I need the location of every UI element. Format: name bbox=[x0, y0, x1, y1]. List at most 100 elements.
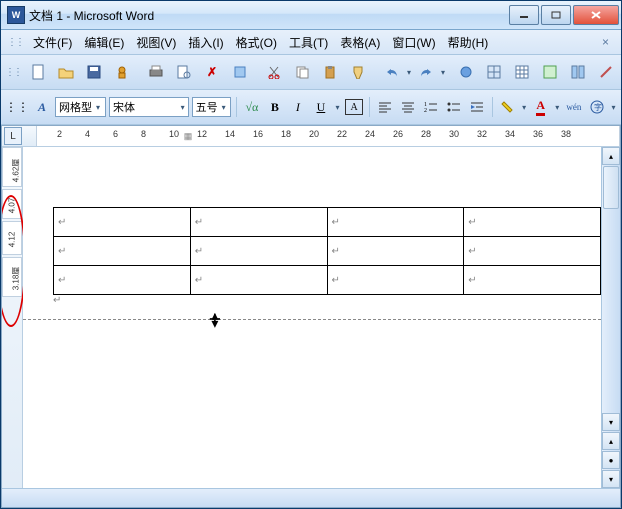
menu-format[interactable]: 格式(O) bbox=[230, 32, 283, 53]
insert-table-icon[interactable] bbox=[509, 60, 535, 84]
save-icon[interactable] bbox=[81, 60, 107, 84]
table-cell: ↵ bbox=[54, 237, 191, 266]
char-border-button[interactable]: A bbox=[344, 96, 364, 118]
scroll-down-icon[interactable]: ▾ bbox=[602, 413, 620, 431]
align-left-icon[interactable] bbox=[375, 96, 395, 118]
enclose-char-icon[interactable]: 字 bbox=[587, 96, 607, 118]
horizontal-ruler[interactable]: L 2 4 6 8 10 ▦ 12 14 16 18 20 22 24 26 2… bbox=[2, 126, 620, 147]
menu-help[interactable]: 帮助(H) bbox=[442, 32, 495, 53]
redo-icon[interactable] bbox=[413, 60, 439, 84]
scroll-up-icon[interactable]: ▴ bbox=[602, 147, 620, 165]
underline-button[interactable]: U bbox=[311, 96, 331, 118]
permission-icon[interactable] bbox=[109, 60, 135, 84]
title-bar: W 文档 1 - Microsoft Word bbox=[1, 1, 621, 30]
menu-insert[interactable]: 插入(I) bbox=[182, 32, 229, 53]
copy-icon[interactable] bbox=[289, 60, 315, 84]
font-color-dropdown[interactable]: ▾ bbox=[554, 103, 561, 112]
paragraph-mark: ↵ bbox=[53, 295, 61, 306]
scroll-thumb[interactable] bbox=[603, 166, 619, 209]
hyperlink-icon[interactable] bbox=[453, 60, 479, 84]
font-color-button[interactable]: A bbox=[531, 96, 551, 118]
svg-text:字: 字 bbox=[594, 102, 602, 112]
paste-icon[interactable] bbox=[317, 60, 343, 84]
window-title: 文档 1 - Microsoft Word bbox=[29, 7, 509, 24]
fmt-overflow[interactable]: ▾ bbox=[610, 103, 617, 112]
size-combo[interactable]: 五号▾ bbox=[192, 97, 232, 117]
table-cell: ↵ bbox=[190, 208, 327, 237]
table-cell: ↵ bbox=[190, 266, 327, 295]
menu-file[interactable]: 文件(F) bbox=[27, 32, 78, 53]
hruler-ticks[interactable]: 2 4 6 8 10 ▦ 12 14 16 18 20 22 24 26 28 … bbox=[36, 126, 620, 147]
toolbar-grip-icon[interactable]: ⋮⋮ bbox=[5, 67, 21, 78]
cut-icon[interactable] bbox=[261, 60, 287, 84]
vertical-scrollbar[interactable]: ▴ ▾ ▴ ● ▾ bbox=[601, 147, 620, 488]
italic-button[interactable]: I bbox=[288, 96, 308, 118]
bullets-icon[interactable] bbox=[444, 96, 464, 118]
prev-page-icon[interactable]: ▴ bbox=[602, 432, 620, 450]
size-value: 五号 bbox=[196, 99, 218, 115]
workspace: L 2 4 6 8 10 ▦ 12 14 16 18 20 22 24 26 2… bbox=[1, 125, 621, 508]
app-icon: W bbox=[7, 6, 25, 24]
table-row: ↵↵↵↵ bbox=[54, 266, 601, 295]
maximize-button[interactable] bbox=[541, 5, 571, 25]
ruler-indent-marker[interactable]: ▦ bbox=[183, 126, 193, 146]
underline-dropdown[interactable]: ▾ bbox=[334, 103, 341, 112]
table-row: ↵↵↵↵ bbox=[54, 208, 601, 237]
resize-cursor-icon: ▴✛▾ bbox=[209, 310, 221, 328]
highlight-dropdown[interactable]: ▾ bbox=[521, 103, 528, 112]
fmt-grip-icon[interactable]: ⋮⋮ bbox=[5, 100, 29, 114]
table-cell: ↵ bbox=[327, 266, 464, 295]
open-icon[interactable] bbox=[53, 60, 79, 84]
undo-icon[interactable] bbox=[379, 60, 405, 84]
menu-window[interactable]: 窗口(W) bbox=[386, 32, 441, 53]
research-icon[interactable] bbox=[227, 60, 253, 84]
table-cell: ↵ bbox=[327, 237, 464, 266]
close-button[interactable] bbox=[573, 5, 619, 25]
bold-button[interactable]: B bbox=[265, 96, 285, 118]
document-page[interactable]: ↵↵↵↵ ↵↵↵↵ ↵↵↵↵ ↵ ▴✛▾ bbox=[23, 147, 601, 488]
redo-dropdown[interactable]: ▾ bbox=[441, 68, 445, 77]
menu-close-doc[interactable]: × bbox=[596, 35, 615, 49]
print-icon[interactable] bbox=[143, 60, 169, 84]
standard-toolbar: ⋮⋮ ✗ ▾ ▾ ▾ 100%▾ U ▾ bbox=[1, 55, 621, 90]
spellcheck-icon[interactable]: ✗ bbox=[199, 60, 225, 84]
minimize-button[interactable] bbox=[509, 5, 539, 25]
menu-table[interactable]: 表格(A) bbox=[334, 32, 386, 53]
table-cell: ↵ bbox=[54, 208, 191, 237]
table-cell: ↵ bbox=[54, 266, 191, 295]
align-center-icon[interactable] bbox=[398, 96, 418, 118]
next-page-icon[interactable]: ▾ bbox=[602, 470, 620, 488]
row-resize-guide bbox=[23, 319, 601, 320]
vertical-ruler[interactable]: 4.62厘 4.07 4.12 3.18厘 bbox=[2, 147, 23, 488]
indent-icon[interactable] bbox=[467, 96, 487, 118]
tab-selector[interactable]: L bbox=[4, 127, 22, 145]
format-painter-icon[interactable] bbox=[345, 60, 371, 84]
phonetic-guide-icon[interactable]: wén bbox=[564, 96, 584, 118]
styles-pane-icon[interactable]: A bbox=[32, 96, 52, 118]
menu-bar: ⋮⋮ 文件(F) 编辑(E) 视图(V) 插入(I) 格式(O) 工具(T) 表… bbox=[1, 30, 621, 55]
numbering-icon[interactable]: 12 bbox=[421, 96, 441, 118]
menu-tools[interactable]: 工具(T) bbox=[283, 32, 334, 53]
table-row: ↵↵↵↵ bbox=[54, 237, 601, 266]
menu-grip-icon[interactable]: ⋮⋮ bbox=[7, 37, 23, 48]
menu-view[interactable]: 视图(V) bbox=[130, 32, 182, 53]
undo-dropdown[interactable]: ▾ bbox=[407, 68, 411, 77]
document-table[interactable]: ↵↵↵↵ ↵↵↵↵ ↵↵↵↵ bbox=[53, 207, 601, 295]
browse-object-icon[interactable]: ● bbox=[602, 451, 620, 469]
drawing-icon[interactable] bbox=[593, 60, 619, 84]
insert-sheet-icon[interactable] bbox=[537, 60, 563, 84]
print-preview-icon[interactable] bbox=[171, 60, 197, 84]
columns-icon[interactable] bbox=[565, 60, 591, 84]
style-value: 网格型 bbox=[59, 99, 92, 115]
menu-edit[interactable]: 编辑(E) bbox=[78, 32, 130, 53]
tables-borders-icon[interactable] bbox=[481, 60, 507, 84]
new-doc-icon[interactable] bbox=[25, 60, 51, 84]
highlight-icon[interactable] bbox=[498, 96, 518, 118]
equation-icon[interactable]: √α bbox=[242, 96, 262, 118]
table-cell: ↵ bbox=[464, 266, 601, 295]
font-combo[interactable]: 宋体▾ bbox=[109, 97, 189, 117]
style-combo[interactable]: 网格型▾ bbox=[55, 97, 106, 117]
font-value: 宋体 bbox=[113, 99, 135, 115]
svg-text:2: 2 bbox=[424, 108, 427, 113]
horizontal-scrollbar[interactable] bbox=[2, 488, 620, 507]
